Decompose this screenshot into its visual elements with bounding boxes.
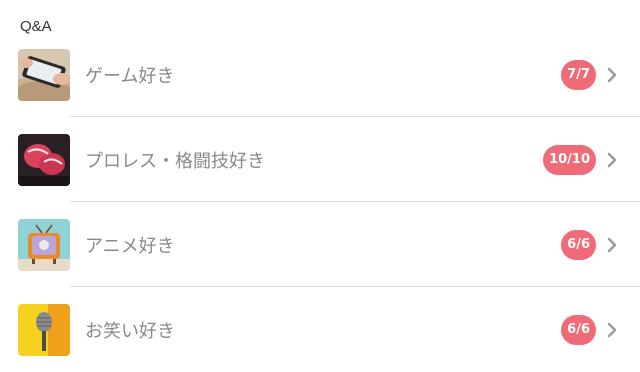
list-item-label: アニメ好き [85, 235, 175, 257]
count-badge: 6/6 [561, 229, 596, 260]
list-item-label: お笑い好き [85, 320, 175, 342]
count-badge: 10/10 [543, 144, 596, 175]
list-item-label: ゲーム好き [85, 65, 175, 87]
list-item-pro-wrestling[interactable]: プロレス・格闘技好き 10/10 [0, 117, 640, 202]
smartphone-game-photo-icon [18, 48, 70, 101]
list-item-game[interactable]: ゲーム好き 7/7 [0, 32, 640, 117]
microphone-photo-icon [18, 303, 70, 356]
qa-list: ゲーム好き 7/7 プロレス・格闘技好き 10/10 アニメ好き 6/6 お笑い… [0, 32, 640, 372]
count-badge: 6/6 [561, 314, 596, 345]
chevron-right-icon [604, 322, 620, 338]
chevron-right-icon [604, 237, 620, 253]
list-item-anime[interactable]: アニメ好き 6/6 [0, 202, 640, 287]
retro-tv-photo-icon [18, 218, 70, 271]
boxing-gloves-photo-icon [18, 133, 70, 186]
chevron-right-icon [604, 152, 620, 168]
list-item-label: プロレス・格闘技好き [85, 150, 265, 172]
list-item-comedy[interactable]: お笑い好き 6/6 [0, 287, 640, 372]
chevron-right-icon [604, 67, 620, 83]
count-badge: 7/7 [561, 59, 596, 90]
